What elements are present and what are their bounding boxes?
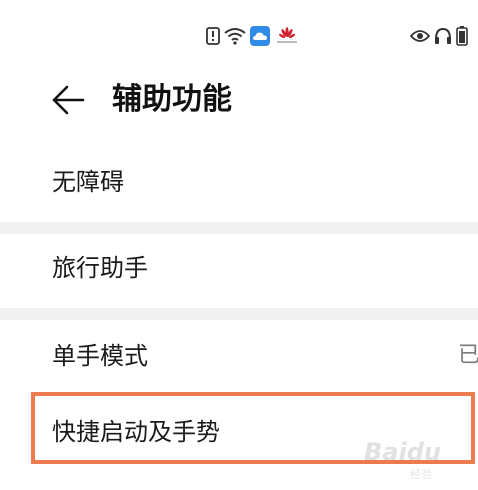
headphones-icon [434, 27, 452, 45]
wifi-icon [224, 27, 246, 45]
eye-icon [410, 29, 430, 43]
watermark-logo: Baidu [364, 438, 441, 466]
settings-item-status: 已 [458, 343, 478, 368]
watermark: Baidu 经验 [358, 436, 468, 482]
settings-item-label: 旅行助手 [52, 254, 148, 282]
settings-item-travel-assistant[interactable]: 旅行助手 [0, 234, 478, 314]
cloud-icon [250, 26, 270, 46]
page-title: 辅助功能 [112, 82, 232, 117]
settings-item-label: 单手模式 [52, 342, 148, 370]
battery-icon [456, 26, 468, 46]
watermark-subtext: 经验 [410, 468, 432, 481]
settings-item-one-hand-mode[interactable]: 单手模式 已 [0, 320, 478, 400]
status-icons-right [410, 25, 468, 47]
alert-icon [206, 27, 220, 45]
title-bar: 辅助功能 [0, 70, 478, 136]
group-divider [0, 308, 478, 320]
group-divider [0, 222, 478, 234]
settings-item-label: 快捷启动及手势 [52, 418, 220, 446]
arrow-left-icon [51, 85, 85, 119]
settings-item-label: 无障碍 [52, 168, 124, 196]
status-icons-center [206, 26, 300, 46]
back-button[interactable] [46, 84, 90, 120]
status-bar [0, 0, 478, 70]
huawei-logo-icon [274, 26, 300, 46]
settings-item-accessibility[interactable]: 无障碍 [0, 144, 478, 224]
